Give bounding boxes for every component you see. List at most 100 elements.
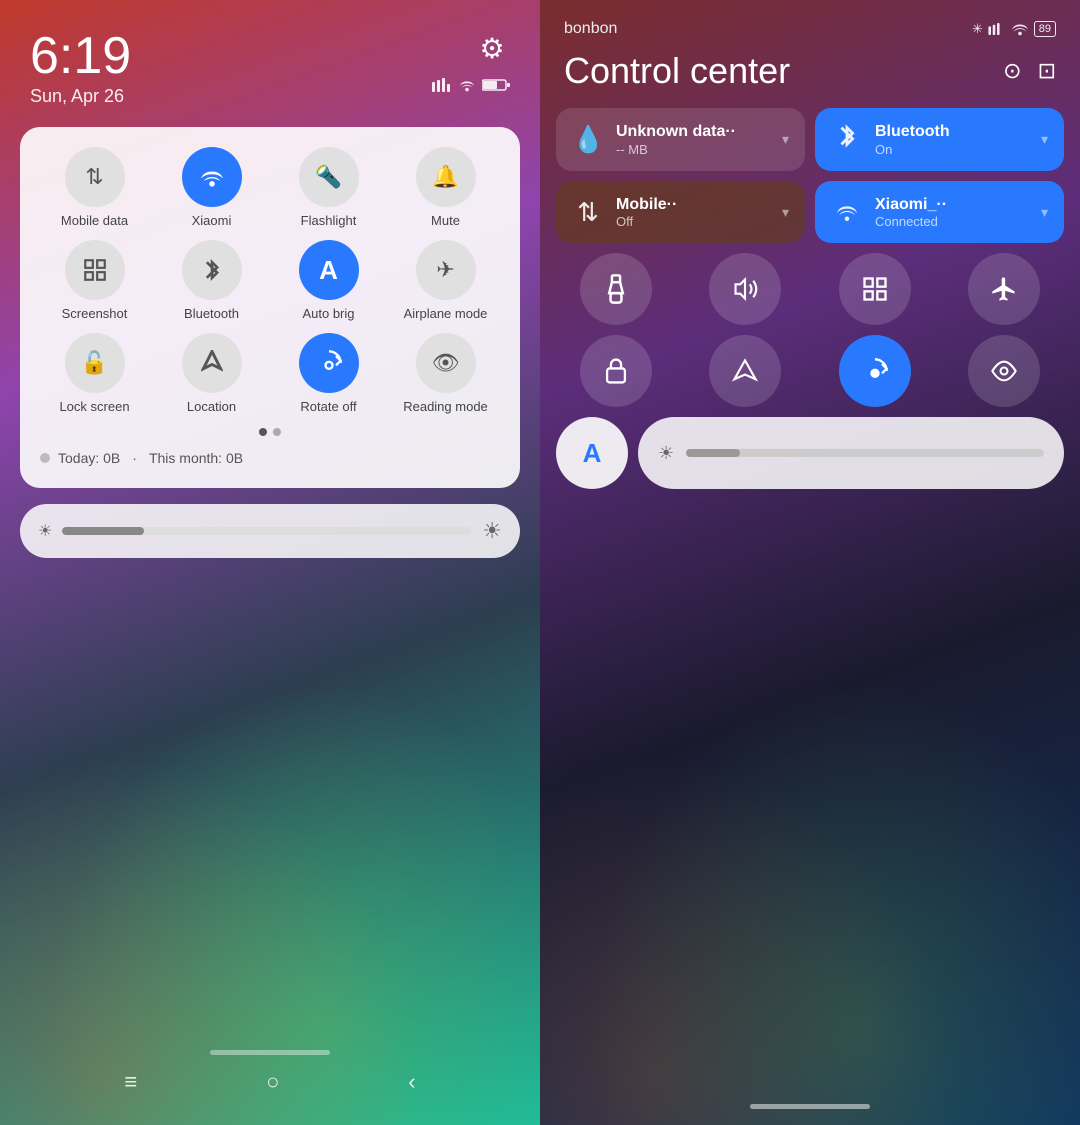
data-usage-text: Unknown data·· -- MB <box>616 122 770 156</box>
screenshot-icon <box>65 240 125 300</box>
big-tiles-grid: 💧 Unknown data·· -- MB ▾ Bluetooth On ▾ … <box>540 108 1080 243</box>
toggle-rotate[interactable]: Rotate off <box>274 333 383 414</box>
toggle-mobile-data[interactable]: ⇅ Mobile data <box>40 147 149 228</box>
cc-header-icons: ⊙ ⊡ <box>1003 58 1056 84</box>
reading-icon: 👁 <box>416 333 476 393</box>
brightness-low-icon: ☀ <box>38 521 52 541</box>
right-brightness-fill <box>686 449 740 457</box>
right-home-indicator <box>750 1104 870 1109</box>
tile-wifi-arrow: ▾ <box>1041 204 1048 221</box>
tile-mobile[interactable]: ⇅ Mobile·· Off ▾ <box>556 181 805 243</box>
carrier-name: bonbon <box>564 20 617 38</box>
tile-bluetooth-sub: On <box>875 142 1029 157</box>
rotate-icon <box>299 333 359 393</box>
toggle-mute[interactable]: 🔔 Mute <box>391 147 500 228</box>
toggle-location[interactable]: Location <box>157 333 266 414</box>
control-center-title: Control center <box>564 50 790 92</box>
data-dot-icon <box>40 453 50 463</box>
toggle-auto-bright[interactable]: A Auto brig <box>274 240 383 321</box>
nav-back-icon[interactable]: ‹ <box>408 1069 415 1095</box>
tile-bluetooth-title: Bluetooth <box>875 122 1029 141</box>
left-status-icons <box>432 78 510 92</box>
right-brightness-bar[interactable]: ☀ <box>638 417 1064 489</box>
airplane-icon: ✈ <box>416 240 476 300</box>
data-usage-row: Today: 0B · This month: 0B <box>40 446 500 468</box>
tile-wifi-icon <box>831 197 863 228</box>
auto-bright-label: Auto brig <box>302 306 354 321</box>
tile-mobile-sub: Off <box>616 214 770 229</box>
battery-icon: 89 <box>1034 21 1056 37</box>
right-brightness-icon: ☀ <box>658 443 674 464</box>
location-label: Location <box>187 399 236 414</box>
small-toggle-flashlight[interactable] <box>580 253 652 325</box>
nav-menu-icon[interactable]: ≡ <box>124 1069 137 1095</box>
dot-2 <box>273 428 281 436</box>
right-phone: bonbon ✳ 89 Control center ⊙ ⊡ 💧 Unknown… <box>540 0 1080 1125</box>
mobile-data-icon: ⇅ <box>65 147 125 207</box>
auto-brightness-button[interactable]: A <box>556 417 628 489</box>
tile-bluetooth-text: Bluetooth On <box>875 122 1029 156</box>
left-brightness-bar[interactable]: ☀ ☀ <box>20 504 520 558</box>
small-toggle-grid-1 <box>540 253 1080 325</box>
left-home-indicator <box>210 1050 330 1055</box>
dot-1 <box>259 428 267 436</box>
toggle-wifi[interactable]: Xiaomi <box>157 147 266 228</box>
small-toggle-grid-2 <box>540 335 1080 407</box>
bluetooth-label: Bluetooth <box>184 306 239 321</box>
small-toggle-rotate[interactable] <box>839 335 911 407</box>
tile-bluetooth[interactable]: Bluetooth On ▾ <box>815 108 1064 171</box>
cc-edit-icon[interactable]: ⊡ <box>1038 58 1056 84</box>
toggle-grid: ⇅ Mobile data Xiaomi 🔦 Flashlight 🔔 Mute <box>40 147 500 414</box>
left-nav-bar: ≡ ○ ‹ <box>0 1069 540 1095</box>
toggle-flashlight[interactable]: 🔦 Flashlight <box>274 147 383 228</box>
toggle-bluetooth[interactable]: Bluetooth <box>157 240 266 321</box>
brightness-fill <box>62 527 144 535</box>
left-phone: 6:19 Sun, Apr 26 ⚙ ⇅ Mobile data Xiaomi <box>0 0 540 1125</box>
location-icon <box>182 333 242 393</box>
airplane-label: Airplane mode <box>404 306 488 321</box>
tile-mobile-arrow: ▾ <box>782 204 789 221</box>
small-toggle-lock[interactable] <box>580 335 652 407</box>
small-toggle-location[interactable] <box>709 335 781 407</box>
left-time: 6:19 <box>30 30 131 82</box>
tile-wifi-title: Xiaomi_·· <box>875 195 1029 214</box>
tile-data-usage[interactable]: 💧 Unknown data·· -- MB ▾ <box>556 108 805 171</box>
toggle-reading[interactable]: 👁 Reading mode <box>391 333 500 414</box>
wifi-icon <box>182 147 242 207</box>
a-button-label: A <box>583 438 602 469</box>
tile-mobile-icon: ⇅ <box>572 197 604 228</box>
mobile-data-label: Mobile data <box>61 213 128 228</box>
wifi-label: Xiaomi <box>192 213 232 228</box>
toggle-lock-screen[interactable]: 🔓 Lock screen <box>40 333 149 414</box>
bottom-row: A ☀ <box>540 417 1080 489</box>
brightness-track[interactable] <box>62 527 472 535</box>
nav-home-icon[interactable]: ○ <box>266 1069 279 1095</box>
toggle-airplane[interactable]: ✈ Airplane mode <box>391 240 500 321</box>
flashlight-icon: 🔦 <box>299 147 359 207</box>
left-date: Sun, Apr 26 <box>30 86 131 107</box>
tile-bluetooth-icon <box>831 122 863 157</box>
tile-wifi[interactable]: Xiaomi_·· Connected ▾ <box>815 181 1064 243</box>
page-dots <box>40 428 500 436</box>
right-status-bar: bonbon ✳ 89 <box>540 0 1080 38</box>
small-toggle-airplane[interactable] <box>968 253 1040 325</box>
data-today: Today: 0B <box>58 450 120 466</box>
lock-screen-label: Lock screen <box>59 399 129 414</box>
small-toggle-reading[interactable] <box>968 335 1040 407</box>
toggle-screenshot[interactable]: Screenshot <box>40 240 149 321</box>
mute-label: Mute <box>431 213 460 228</box>
cc-settings-icon[interactable]: ⊙ <box>1003 58 1021 84</box>
right-status-icons: ✳ 89 <box>972 21 1056 37</box>
right-brightness-track[interactable] <box>686 449 1044 457</box>
lock-screen-icon: 🔓 <box>65 333 125 393</box>
bluetooth-icon <box>182 240 242 300</box>
tile-mobile-text: Mobile·· Off <box>616 195 770 229</box>
small-toggle-mute[interactable] <box>709 253 781 325</box>
tile-wifi-sub: Connected <box>875 214 1029 229</box>
data-usage-arrow: ▾ <box>782 131 789 148</box>
settings-gear-icon[interactable]: ⚙ <box>474 30 510 66</box>
brightness-high-icon: ☀ <box>482 518 502 544</box>
data-separator: · <box>132 450 137 466</box>
bluetooth-status-icon: ✳ <box>972 21 983 37</box>
small-toggle-screenshot[interactable] <box>839 253 911 325</box>
